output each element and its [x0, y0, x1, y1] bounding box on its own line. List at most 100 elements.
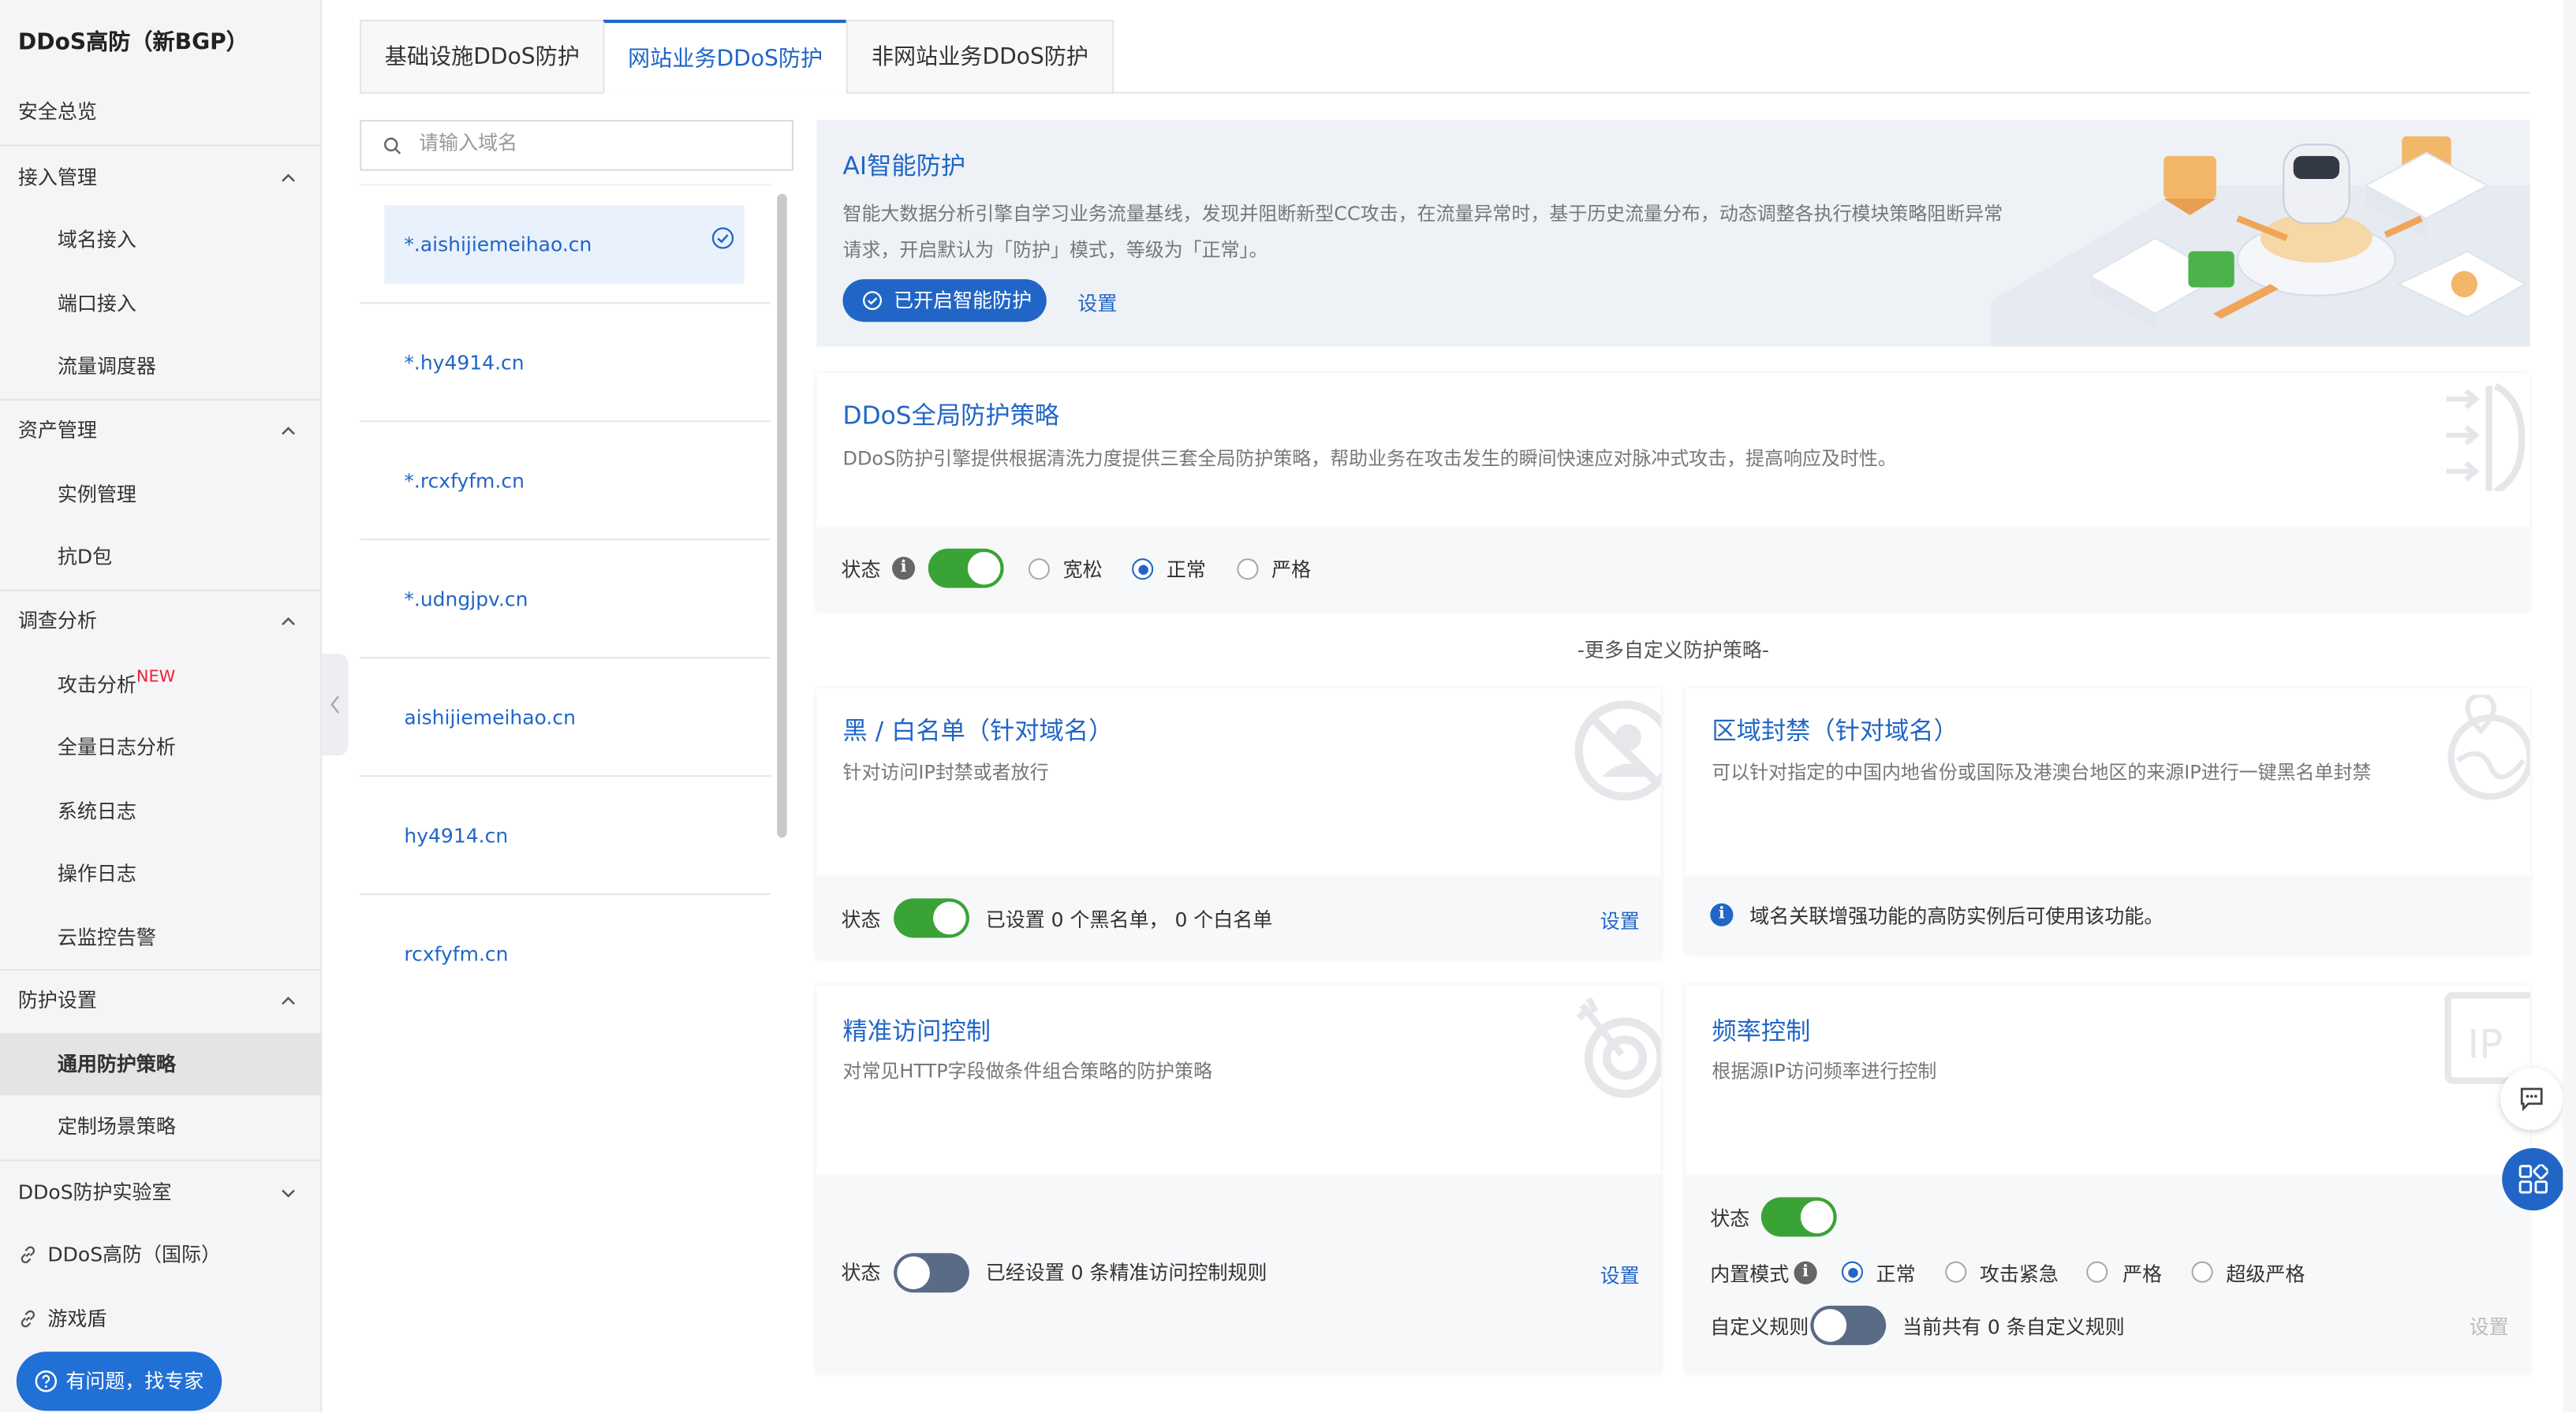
global-policy-title: DDoS全局防护策略 [842, 401, 1060, 431]
acl-title: 精准访问控制 [842, 1016, 991, 1046]
status-label: 状态 [841, 908, 881, 932]
grid-apps-icon [2518, 1164, 2548, 1194]
domain-list-item[interactable]: *.rcxfyfm.cn [360, 422, 771, 541]
scrollbar-thumb[interactable] [777, 193, 787, 838]
item-label: 攻击分析 [57, 673, 136, 697]
sidebar-group-lab[interactable]: DDoS防护实验室 [0, 1161, 322, 1224]
region-notice: 域名关联增强功能的高防实例后可使用该功能。 [1749, 904, 2164, 928]
radio-mode-emergency[interactable] [1945, 1261, 1967, 1283]
sidebar-item-overview[interactable]: 安全总览 [0, 80, 322, 143]
radio-loose[interactable] [1028, 558, 1050, 580]
radio-strict[interactable] [1237, 558, 1259, 580]
radio-label: 严格 [2122, 1262, 2163, 1286]
radio-normal[interactable] [1132, 558, 1154, 580]
tab-website[interactable]: 网站业务DDoS防护 [603, 19, 848, 94]
domain-list-item[interactable]: rcxfyfm.cn [360, 895, 771, 975]
sidebar-item-traffic-scheduler[interactable]: 流量调度器 [0, 335, 322, 397]
sidebar-link-intl[interactable]: DDoS高防（国际） [0, 1224, 322, 1286]
sidebar-item-attack-analysis[interactable]: 攻击分析NEW [0, 654, 322, 716]
ai-illustration [1991, 136, 2530, 347]
domain-list-item[interactable]: hy4914.cn [360, 777, 771, 896]
info-icon[interactable]: i [1794, 1261, 1817, 1284]
radio-mode-normal[interactable] [1841, 1261, 1864, 1283]
rate-toggle[interactable] [1760, 1197, 1837, 1237]
domain-name: hy4914.cn [404, 824, 509, 848]
link-label: DDoS高防（国际） [47, 1243, 222, 1266]
chat-button[interactable] [2500, 1067, 2563, 1131]
domain-name: *.hy4914.cn [404, 351, 525, 375]
sidebar-item-operation-log[interactable]: 操作日志 [0, 843, 322, 905]
domain-name: aishijiemeihao.cn [404, 706, 576, 729]
rate-settings-link[interactable]: 设置 [2470, 1312, 2509, 1340]
radio-mode-super-strict[interactable] [2191, 1261, 2213, 1283]
info-icon[interactable]: i [892, 557, 916, 580]
expert-label: 有问题，找专家 [65, 1370, 204, 1393]
domain-search[interactable] [360, 120, 794, 171]
sidebar-link-game-shield[interactable]: 游戏盾 [0, 1288, 322, 1350]
info-icon: i [1710, 903, 1734, 926]
product-title: DDoS高防（新BGP） [17, 29, 248, 56]
tab-infrastructure[interactable]: 基础设施DDoS防护 [360, 19, 605, 94]
page-scrollbar[interactable] [2563, 0, 2576, 1413]
blacklist-controls: 状态 已设置 0 个黑名单， 0 个白名单 设置 [816, 875, 1661, 960]
custom-rule-summary: 当前共有 0 条自定义规则 [1902, 1315, 2125, 1339]
search-input[interactable] [419, 131, 764, 155]
sidebar-item-instances[interactable]: 实例管理 [0, 463, 322, 525]
group-label: 资产管理 [17, 419, 97, 442]
acl-toggle[interactable] [894, 1253, 969, 1293]
sidebar-group-access[interactable]: 接入管理 [0, 146, 322, 208]
blacklist-settings-link[interactable]: 设置 [1600, 907, 1640, 934]
group-label: 防护设置 [17, 988, 97, 1012]
chevron-up-icon [282, 173, 295, 182]
sidebar-item-cloud-monitor[interactable]: 云监控告警 [0, 907, 322, 969]
domain-list-item[interactable]: *.udngjpv.cn [360, 540, 771, 659]
globe-pin-icon [2447, 695, 2530, 800]
toggle-knob [1800, 1200, 1834, 1234]
chevron-left-icon [330, 695, 340, 714]
sidebar-item-system-log[interactable]: 系统日志 [0, 780, 322, 842]
apps-button[interactable] [2502, 1147, 2565, 1211]
ask-expert-button[interactable]: 有问题，找专家 [16, 1351, 222, 1411]
blacklist-title: 黑 / 白名单（针对域名） [842, 716, 1114, 746]
chat-icon [2520, 1087, 2543, 1112]
custom-rule-label: 自定义规则 [1710, 1315, 1809, 1339]
domain-name: rcxfyfm.cn [404, 942, 509, 966]
toggle-knob [967, 551, 1001, 585]
domain-list-item[interactable]: *.hy4914.cn [360, 304, 771, 423]
domain-list: *.aishijiemeihao.cn *.hy4914.cn *.rcxfyf… [360, 184, 771, 975]
sidebar-group-assets[interactable]: 资产管理 [0, 399, 322, 461]
user-block-icon [1574, 700, 1661, 801]
domain-list-item[interactable]: aishijiemeihao.cn [360, 658, 771, 777]
group-label: DDoS防护实验室 [17, 1180, 172, 1204]
sidebar-item-domain-access[interactable]: 域名接入 [0, 209, 322, 271]
blacklist-card: 黑 / 白名单（针对域名） 针对访问IP封禁或者放行 状态 已设置 0 个黑名单… [816, 688, 1661, 960]
domain-name: *.aishijiemeihao.cn [404, 233, 592, 256]
radio-mode-strict[interactable] [2086, 1261, 2108, 1283]
chevron-up-icon [282, 997, 295, 1005]
sidebar-collapse-handle[interactable] [322, 653, 349, 756]
sidebar-item-anti-d-package[interactable]: 抗D包 [0, 526, 322, 588]
group-label: 调查分析 [17, 609, 97, 632]
chevron-up-icon [282, 427, 295, 435]
radio-label: 正常 [1876, 1262, 1916, 1286]
link-icon [21, 1310, 35, 1328]
sidebar-group-analysis[interactable]: 调查分析 [0, 590, 322, 652]
global-policy-toggle[interactable] [928, 548, 1004, 588]
custom-rule-toggle[interactable] [1810, 1305, 1887, 1345]
acl-settings-link[interactable]: 设置 [1600, 1262, 1640, 1289]
sidebar-item-custom-scenario[interactable]: 定制场景策略 [0, 1095, 322, 1158]
sidebar-group-protection[interactable]: 防护设置 [0, 969, 322, 1031]
sidebar-item-full-log[interactable]: 全量日志分析 [0, 716, 322, 778]
blacklist-toggle[interactable] [894, 898, 969, 938]
tab-non-website[interactable]: 非网站业务DDoS防护 [846, 19, 1114, 94]
global-policy-description: DDoS防护引擎提供根据清洗力度提供三套全局防护策略，帮助业务在攻击发生的瞬间快… [842, 446, 1897, 470]
sidebar-item-general-policy[interactable]: 通用防护策略 [0, 1033, 323, 1096]
target-icon [1576, 997, 1661, 1098]
ai-settings-link[interactable]: 设置 [1077, 289, 1117, 317]
mode-label: 内置模式 [1710, 1262, 1790, 1286]
status-label: 状态 [841, 1261, 881, 1284]
domain-list-item[interactable]: *.aishijiemeihao.cn [360, 185, 771, 304]
sidebar-item-port-access[interactable]: 端口接入 [0, 273, 322, 335]
global-policy-controls: 状态 i 宽松 正常 严格 [816, 527, 2530, 611]
ai-enabled-button[interactable]: 已开启智能防护 [842, 279, 1047, 322]
